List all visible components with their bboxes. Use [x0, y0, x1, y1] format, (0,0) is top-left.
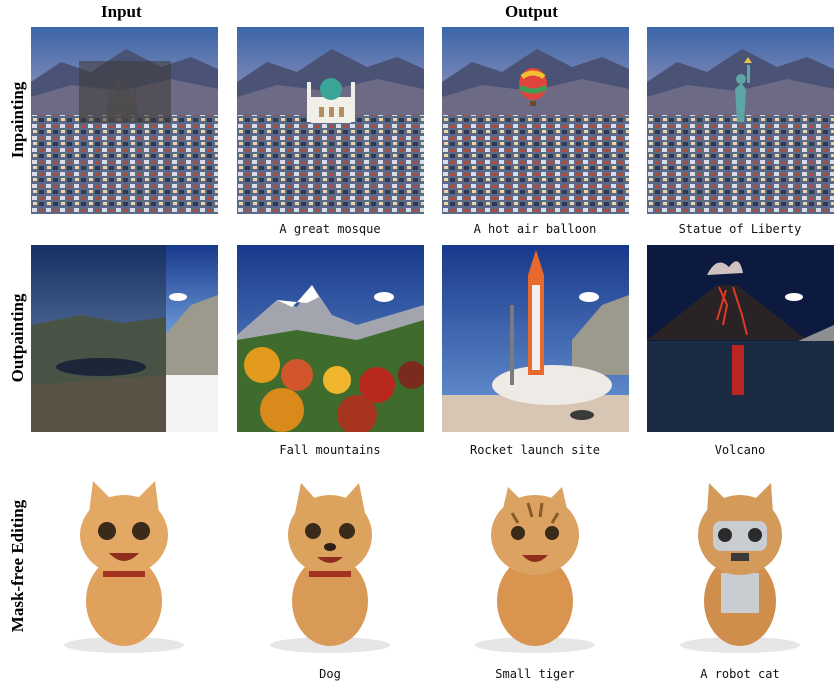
inpainting-output-statue [647, 27, 834, 214]
inpainting-output-balloon [442, 27, 629, 214]
inpainting-output-mosque [237, 27, 424, 214]
header-output: Output [505, 2, 558, 21]
caption-inpainting-3: Statue of Liberty [678, 222, 802, 236]
outpainting-output-volcano [647, 245, 834, 432]
outpainting-output-rocket [442, 245, 629, 432]
caption-outpainting-3: Volcano [714, 443, 766, 457]
caption-editing-1: Dog [319, 667, 341, 681]
caption-inpainting-1: A great mosque [279, 222, 381, 236]
caption-outpainting-1: Fall mountains [279, 443, 381, 457]
outpainting-input-image [31, 245, 218, 432]
caption-inpainting-2: A hot air balloon [473, 222, 597, 236]
editing-output-dog [237, 473, 424, 660]
editing-input-cat [31, 473, 218, 660]
caption-editing-2: Small tiger [495, 667, 575, 681]
outpainting-output-fall-mountains [237, 245, 424, 432]
inpainting-input-image [31, 27, 218, 214]
editing-output-robot-cat [647, 473, 834, 660]
caption-editing-3: A robot cat [700, 667, 780, 681]
editing-output-small-tiger [442, 473, 629, 660]
header-input: Input [101, 2, 142, 21]
caption-outpainting-2: Rocket launch site [469, 443, 601, 457]
